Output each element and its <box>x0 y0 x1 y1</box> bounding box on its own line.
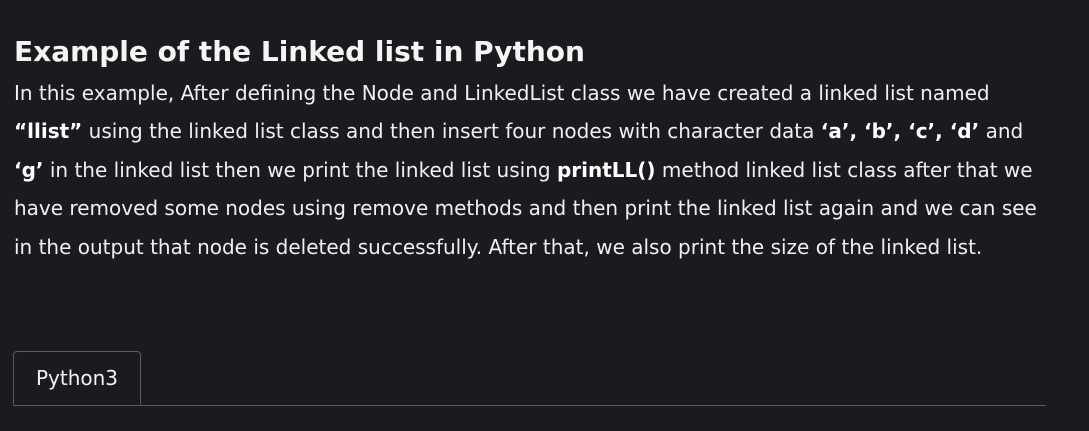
tab-python3[interactable]: Python3 <box>13 351 141 405</box>
article-title: Example of the Linked list in Python <box>14 35 585 68</box>
paragraph-text: using the linked list class and then ins… <box>82 119 821 144</box>
paragraph-bold-text: ‘a’, ‘b’, ‘c’, ‘d’ <box>820 119 980 144</box>
paragraph-bold-text: printLL() <box>556 157 656 182</box>
article: Example of the Linked list in Python In … <box>14 30 1054 266</box>
article-paragraph: In this example, After defining the Node… <box>14 74 1054 266</box>
paragraph-text: in the linked list then we print the lin… <box>43 157 557 182</box>
code-block: Python3 <box>13 351 1046 431</box>
code-tab-bar: Python3 <box>13 351 1046 406</box>
paragraph-bold-text: “llist” <box>14 119 83 144</box>
paragraph-bold-text: ‘g’ <box>14 157 44 182</box>
paragraph-text: and <box>979 119 1024 144</box>
paragraph-text: In this example, After defining the Node… <box>14 81 990 105</box>
